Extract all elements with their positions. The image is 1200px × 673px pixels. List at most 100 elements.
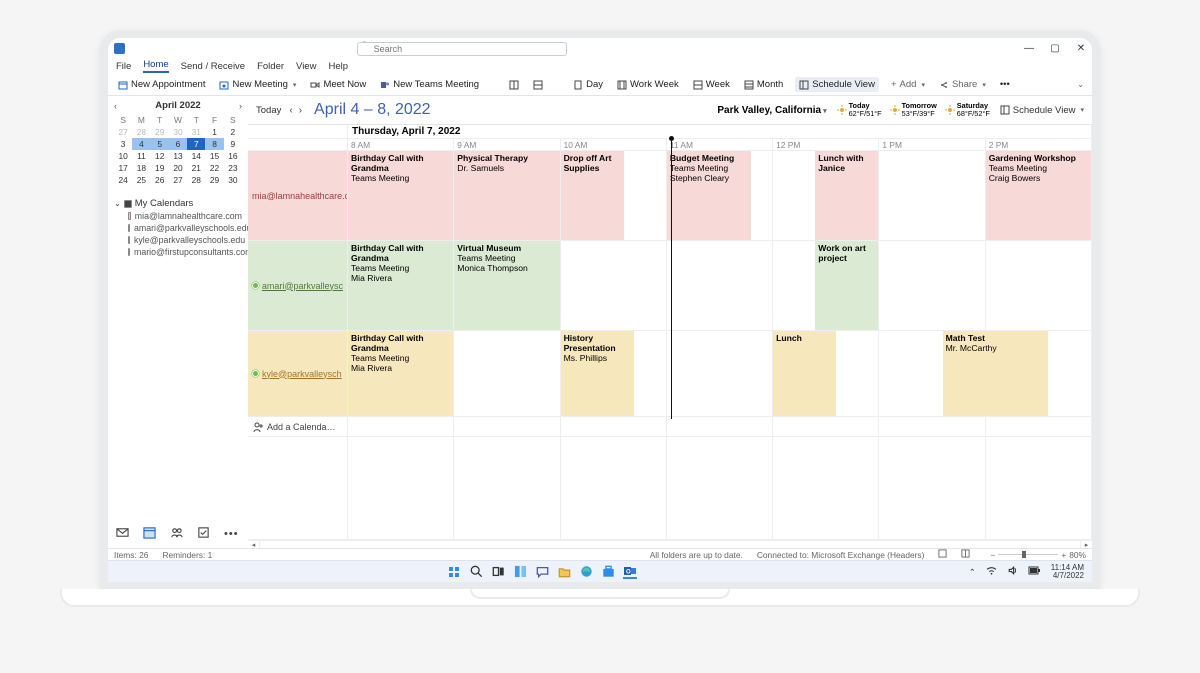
slot-0-4[interactable]: Lunch with Janice bbox=[773, 151, 879, 241]
menu-view[interactable]: View bbox=[296, 61, 316, 72]
event[interactable]: Budget MeetingTeams Meeting Stephen Clea… bbox=[667, 151, 751, 240]
window-maximize[interactable]: ▢ bbox=[1050, 43, 1060, 54]
calendar-checkbox[interactable] bbox=[128, 248, 130, 256]
slot-2-5[interactable]: Math TestMr. McCarthy bbox=[879, 331, 985, 417]
event[interactable]: Lunch bbox=[773, 331, 836, 416]
location-dropdown[interactable]: Park Valley, California bbox=[717, 105, 826, 116]
scroll-right-button[interactable]: ▸ bbox=[1080, 541, 1092, 548]
minical-next-button[interactable]: › bbox=[239, 101, 242, 111]
zoom-in-button[interactable]: + bbox=[1061, 550, 1066, 560]
weather-2[interactable]: Saturday68°F/52°F bbox=[945, 102, 990, 118]
view-normal-icon[interactable] bbox=[938, 549, 947, 560]
new-meeting-button[interactable]: New Meeting bbox=[217, 78, 298, 91]
view-week-button[interactable]: Week bbox=[691, 78, 732, 91]
slot-1-0[interactable]: Birthday Call with GrandmaTeams Meeting … bbox=[348, 241, 454, 331]
event[interactable]: Work on art project bbox=[815, 241, 878, 330]
calendar-item-1[interactable]: amari@parkvalleyschools.edu bbox=[114, 223, 242, 233]
my-calendars-checkbox[interactable] bbox=[124, 200, 132, 208]
add-calendar-row[interactable]: Add a Calenda… bbox=[248, 417, 348, 437]
nav-tasks-icon[interactable] bbox=[197, 526, 210, 542]
slot-2-0[interactable]: Birthday Call with GrandmaTeams Meeting … bbox=[348, 331, 454, 417]
today-button[interactable]: Today bbox=[256, 105, 281, 116]
event[interactable]: Virtual MuseumTeams Meeting Monica Thomp… bbox=[454, 241, 559, 330]
event[interactable]: History PresentationMs. Phillips bbox=[561, 331, 635, 416]
taskbar-date[interactable]: 4/7/2022 bbox=[1051, 572, 1084, 580]
view-reading-icon[interactable] bbox=[961, 549, 970, 560]
menu-home[interactable]: Home bbox=[143, 59, 168, 73]
view-month-button[interactable]: Month bbox=[742, 78, 785, 91]
weather-0[interactable]: Today62°F/51°F bbox=[837, 102, 882, 118]
slot-0-2[interactable]: Drop off Art Supplies bbox=[561, 151, 667, 241]
taskbar-chevron-icon[interactable]: ⌃ bbox=[969, 567, 976, 577]
slot-2-3[interactable] bbox=[667, 331, 773, 417]
taskbar-store-icon[interactable] bbox=[601, 565, 615, 579]
gallery-2-button[interactable] bbox=[531, 79, 545, 91]
person-2[interactable]: kyle@parkvalleysch bbox=[248, 331, 348, 417]
taskbar-search-icon[interactable] bbox=[469, 565, 483, 579]
menu-help[interactable]: Help bbox=[328, 61, 348, 72]
taskbar-edge-icon[interactable] bbox=[579, 565, 593, 579]
taskbar-start-icon[interactable] bbox=[447, 565, 461, 579]
calendar-checkbox[interactable] bbox=[128, 236, 130, 244]
taskbar-outlook-icon[interactable]: O bbox=[623, 565, 637, 579]
view-day-button[interactable]: Day bbox=[571, 78, 605, 91]
minical-prev-button[interactable]: ‹ bbox=[114, 101, 117, 111]
meet-now-button[interactable]: Meet Now bbox=[308, 78, 368, 91]
slot-1-4[interactable]: Work on art project bbox=[773, 241, 879, 331]
slot-2-6[interactable] bbox=[986, 331, 1092, 417]
mini-calendar[interactable]: SMTWTFS272829303112345678910111213141516… bbox=[114, 114, 242, 186]
weather-1[interactable]: Tomorrow53°F/39°F bbox=[890, 102, 937, 118]
slot-2-2[interactable]: History PresentationMs. Phillips bbox=[561, 331, 667, 417]
event[interactable]: Physical TherapyDr. Samuels bbox=[454, 151, 559, 240]
new-appointment-button[interactable]: New Appointment bbox=[116, 78, 207, 91]
slot-add-0[interactable] bbox=[348, 417, 454, 437]
slot-add-5[interactable] bbox=[879, 417, 985, 437]
menu-file[interactable]: File bbox=[116, 61, 131, 72]
slot-2-4[interactable]: Lunch bbox=[773, 331, 879, 417]
event[interactable]: Drop off Art Supplies bbox=[561, 151, 624, 240]
nav-people-icon[interactable] bbox=[170, 526, 183, 542]
ribbon-chevron-icon[interactable]: ⌄ bbox=[1077, 80, 1084, 89]
event[interactable]: Gardening WorkshopTeams Meeting Craig Bo… bbox=[986, 151, 1091, 240]
search-input[interactable] bbox=[357, 42, 567, 56]
taskbar-wifi-icon[interactable] bbox=[986, 565, 997, 578]
calendar-item-3[interactable]: mario@firstupconsultants.com bbox=[114, 247, 242, 257]
nav-more-icon[interactable]: ••• bbox=[224, 528, 239, 540]
view-schedule-button[interactable]: Schedule View bbox=[795, 77, 879, 92]
new-teams-meeting-button[interactable]: New Teams Meeting bbox=[378, 78, 481, 91]
schedule-view-dropdown[interactable]: Schedule View bbox=[1000, 105, 1084, 116]
slot-1-6[interactable] bbox=[986, 241, 1092, 331]
zoom-out-button[interactable]: − bbox=[990, 550, 995, 560]
event[interactable]: Birthday Call with GrandmaTeams Meeting … bbox=[348, 241, 453, 330]
prev-day-button[interactable]: ‹ bbox=[289, 105, 292, 116]
slot-0-0[interactable]: Birthday Call with GrandmaTeams Meeting bbox=[348, 151, 454, 241]
slot-add-3[interactable] bbox=[667, 417, 773, 437]
scroll-left-button[interactable]: ◂ bbox=[248, 541, 260, 548]
taskbar-taskview-icon[interactable] bbox=[491, 565, 505, 579]
person-1[interactable]: amari@parkvalleysc bbox=[248, 241, 348, 331]
calendar-checkbox[interactable] bbox=[128, 212, 131, 220]
slot-1-2[interactable] bbox=[561, 241, 667, 331]
window-close[interactable]: ✕ bbox=[1076, 43, 1086, 54]
gallery-1-button[interactable] bbox=[507, 79, 521, 91]
calendar-item-2[interactable]: kyle@parkvalleyschools.edu bbox=[114, 235, 242, 245]
next-day-button[interactable]: › bbox=[299, 105, 302, 116]
menu-send-receive[interactable]: Send / Receive bbox=[181, 61, 245, 72]
person-0[interactable]: mia@lamnahealthcare.com bbox=[248, 151, 348, 241]
taskbar-widgets-icon[interactable] bbox=[513, 565, 527, 579]
taskbar-chat-icon[interactable] bbox=[535, 565, 549, 579]
slot-0-5[interactable] bbox=[879, 151, 985, 241]
slot-1-5[interactable] bbox=[879, 241, 985, 331]
taskbar-volume-icon[interactable] bbox=[1007, 565, 1018, 578]
slot-add-6[interactable] bbox=[986, 417, 1092, 437]
calendar-checkbox[interactable] bbox=[128, 224, 130, 232]
slot-0-3[interactable]: Budget MeetingTeams Meeting Stephen Clea… bbox=[667, 151, 773, 241]
share-button[interactable]: Share bbox=[937, 78, 988, 91]
slot-1-3[interactable] bbox=[667, 241, 773, 331]
taskbar-battery-icon[interactable] bbox=[1028, 566, 1041, 577]
slot-0-1[interactable]: Physical TherapyDr. Samuels bbox=[454, 151, 560, 241]
menu-folder[interactable]: Folder bbox=[257, 61, 284, 72]
add-calendar-button[interactable]: + Add bbox=[889, 78, 927, 91]
calendar-item-0[interactable]: mia@lamnahealthcare.com bbox=[114, 211, 242, 221]
slot-1-1[interactable]: Virtual MuseumTeams Meeting Monica Thomp… bbox=[454, 241, 560, 331]
